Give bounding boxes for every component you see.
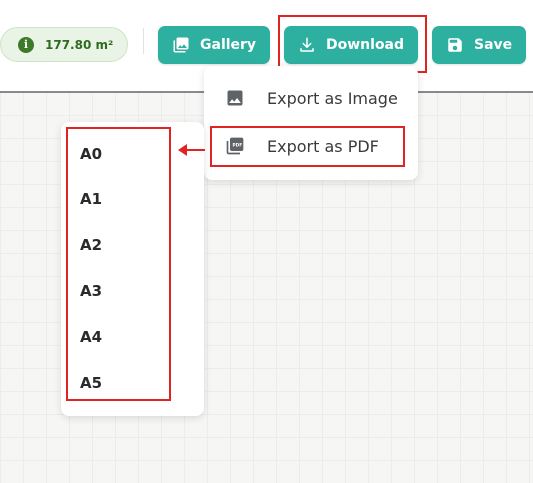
- paper-size-a3[interactable]: A3: [61, 276, 204, 306]
- export-as-pdf-item[interactable]: PDF Export as PDF: [204, 126, 418, 166]
- pdf-icon: PDF: [225, 136, 245, 156]
- gallery-label: Gallery: [200, 37, 257, 53]
- gallery-icon: [172, 36, 190, 54]
- paper-size-label: A1: [80, 190, 103, 208]
- paper-size-label: A2: [80, 236, 103, 254]
- export-as-image-label: Export as Image: [267, 88, 398, 108]
- paper-size-label: A0: [80, 145, 103, 163]
- save-button[interactable]: Save: [432, 26, 526, 64]
- paper-size-a5[interactable]: A5: [61, 368, 204, 398]
- paper-size-label: A5: [80, 374, 103, 392]
- export-menu: Export as Image PDF Export as PDF: [204, 66, 418, 180]
- area-badge: i 177.80 m²: [0, 27, 128, 62]
- paper-size-a4[interactable]: A4: [61, 322, 204, 352]
- export-as-image-item[interactable]: Export as Image: [204, 78, 418, 118]
- left-arrow-icon: [178, 144, 205, 156]
- image-icon: [225, 88, 245, 108]
- paper-size-a2[interactable]: A2: [61, 230, 204, 260]
- area-value: 177.80 m²: [45, 37, 114, 52]
- gallery-button[interactable]: Gallery: [158, 26, 270, 64]
- svg-text:PDF: PDF: [233, 142, 243, 148]
- paper-size-menu: A0 A1 A2 A3 A4 A5: [61, 122, 204, 416]
- export-as-pdf-label: Export as PDF: [267, 136, 379, 156]
- download-button[interactable]: Download: [284, 26, 418, 64]
- paper-size-label: A3: [80, 282, 103, 300]
- floppy-disk-icon: [446, 36, 464, 54]
- info-icon: i: [18, 36, 34, 53]
- paper-size-a1[interactable]: A1: [61, 184, 204, 214]
- download-label: Download: [326, 37, 405, 53]
- toolbar-divider: [143, 28, 144, 54]
- download-icon: [298, 36, 316, 54]
- paper-size-label: A4: [80, 328, 103, 346]
- save-label: Save: [474, 37, 513, 53]
